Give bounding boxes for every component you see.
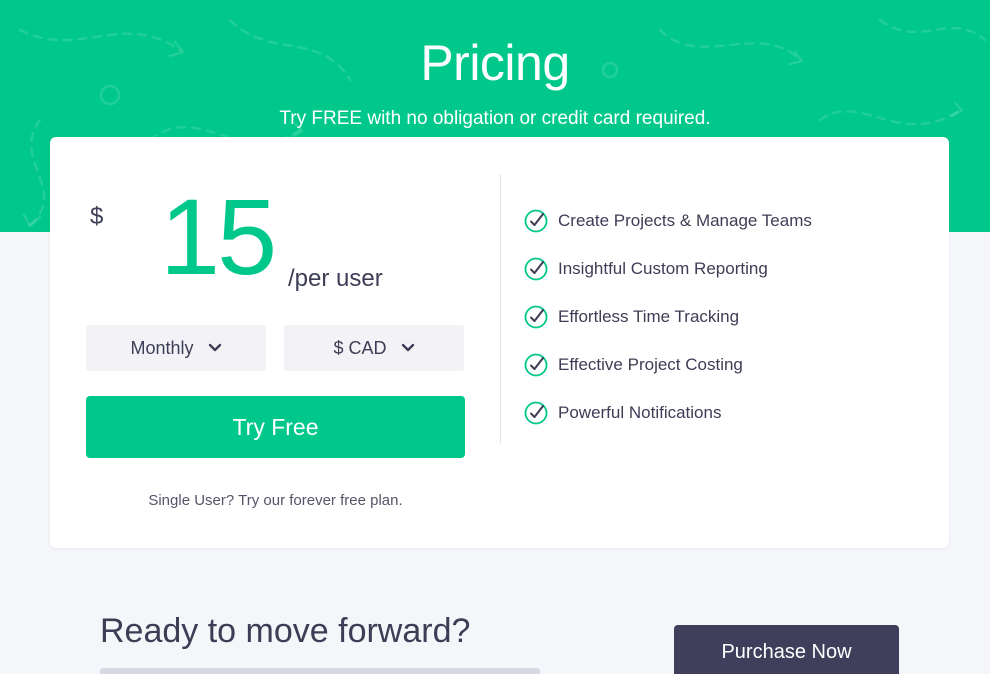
- purchase-now-button[interactable]: Purchase Now: [674, 625, 899, 674]
- feature-label: Powerful Notifications: [558, 403, 722, 422]
- check-circle-icon: [524, 257, 548, 281]
- check-circle-icon: [524, 401, 548, 425]
- feature-label: Effortless Time Tracking: [558, 307, 740, 326]
- cta-heading: Ready to move forward?: [100, 612, 471, 650]
- feature-label: Insightful Custom Reporting: [558, 259, 768, 278]
- hero-subtitle: Try FREE with no obligation or credit ca…: [279, 108, 711, 129]
- feature-item: Insightful Custom Reporting: [524, 245, 812, 293]
- page-title: Pricing: [420, 35, 570, 91]
- card-divider: [500, 174, 501, 443]
- currency-symbol: $: [90, 203, 104, 230]
- feature-list: Create Projects & Manage Teams Insightfu…: [524, 197, 812, 437]
- feature-item: Effortless Time Tracking: [524, 293, 812, 341]
- try-free-button[interactable]: Try Free: [86, 396, 465, 458]
- check-circle-icon: [524, 209, 548, 233]
- feature-label: Effective Project Costing: [558, 355, 743, 374]
- currency-value: $ CAD: [333, 337, 387, 358]
- check-circle-icon: [524, 305, 548, 329]
- price-amount: 15: [160, 176, 277, 297]
- cta-subtext-cropped: [100, 668, 540, 674]
- billing-period-select[interactable]: Monthly: [86, 325, 266, 371]
- feature-label: Create Projects & Manage Teams: [558, 211, 812, 230]
- billing-period-value: Monthly: [130, 337, 194, 358]
- pricing-card: $ 15 /per user Monthly $ CAD Try Free Si…: [50, 137, 949, 548]
- check-circle-icon: [524, 353, 548, 377]
- feature-item: Create Projects & Manage Teams: [524, 197, 812, 245]
- free-plan-link[interactable]: Single User? Try our forever free plan.: [86, 492, 465, 509]
- chevron-down-icon: [208, 343, 221, 352]
- price-unit: /per user: [288, 265, 383, 292]
- feature-item: Effective Project Costing: [524, 341, 812, 389]
- currency-select[interactable]: $ CAD: [284, 325, 464, 371]
- chevron-down-icon: [401, 343, 414, 352]
- feature-item: Powerful Notifications: [524, 389, 812, 437]
